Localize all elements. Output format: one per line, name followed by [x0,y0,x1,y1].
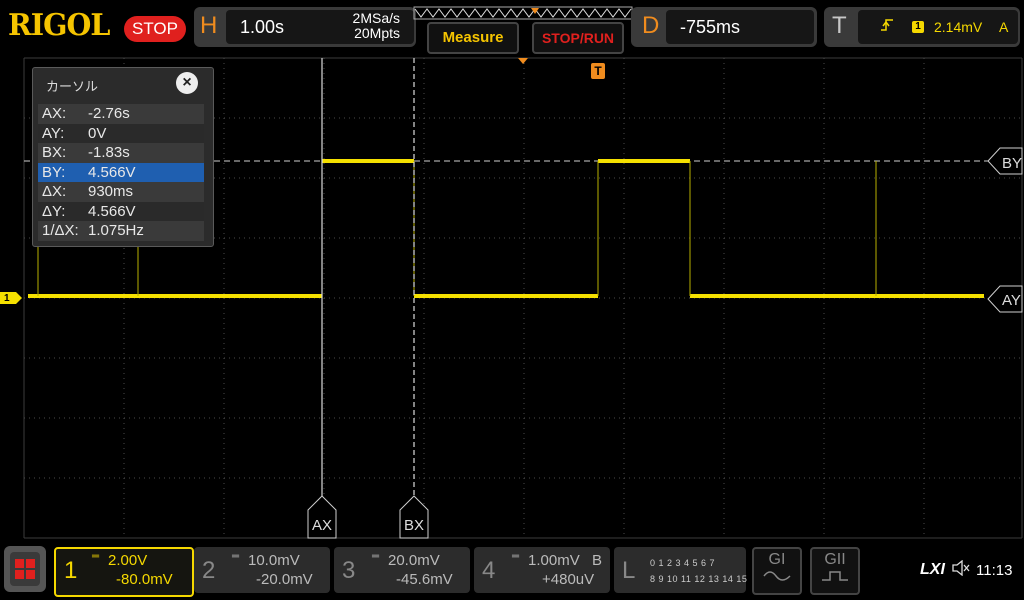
memory-depth: 20Mpts [354,25,400,41]
trigger-position-letter: T [594,64,602,78]
trigger-center-marker [518,58,528,64]
channel1-number: 1 [64,557,78,584]
trigger-source-badge: 1 [912,21,924,33]
cursor-readout-table: AX: -2.76s AY: 0V BX: -1.83s BY: 4.566V ΔX: 9… [38,104,204,241]
cursor-row-value: -2.76s [88,105,130,122]
cursor-row-dy[interactable]: ΔY: 4.566V [38,201,204,221]
cursor-row-by[interactable]: BY: 4.566V [38,162,204,182]
cursor-row-ax[interactable]: AX: -2.76s [38,104,204,124]
stop-run-button[interactable]: STOP/RUN [532,22,624,54]
delay-value: -755ms [680,17,741,37]
trigger-mode: A [999,19,1009,35]
cursor-row-label: AX: [42,105,67,122]
rigol-logo: RIGOL [8,8,110,43]
menu-grid-icon [10,552,40,586]
ch1-offset-marker[interactable]: 1 [4,293,10,304]
channel4-offset: +480uV [542,571,595,588]
cursor-row-bx[interactable]: BX: -1.83s [38,143,204,163]
channel3-offset: -45.6mV [396,571,453,588]
cursor-row-dx[interactable]: ΔX: 930ms [38,182,204,202]
cursor-row-value: 4.566V [88,202,136,220]
run-state-badge[interactable]: STOP [124,16,186,42]
cursor-row-value: 1.075Hz [88,222,144,239]
generator2-button[interactable]: GII [810,547,860,595]
channel2-scale: 10.0mV [248,552,300,569]
generator1-label: GI [768,551,786,568]
speaker-muted-icon[interactable] [952,559,970,581]
rising-edge-icon [880,17,894,36]
cursor-row-value: 4.566V [88,163,136,181]
pulse-wave-icon [822,571,848,581]
generator1-button[interactable]: GI [752,547,802,595]
cursor-row-ay[interactable]: AY: 0V [38,123,204,143]
channel2-number: 2 [202,557,216,584]
cursor-row-value: 930ms [88,183,134,200]
ay-cursor-label[interactable]: AY [1002,292,1021,309]
cursor-row-value: 0V [88,124,107,142]
lxi-icon: LXI [920,561,945,578]
channel4-scale: 1.00mV [528,552,580,569]
cursor-row-value: -1.83s [88,144,130,161]
dc-coupling-icon: ═ [232,551,240,562]
sample-rate: 2MSa/s [352,10,400,26]
cursor-window-title: カーソル [46,79,99,94]
acquisition-info: 2MSa/s 20Mpts [330,11,400,41]
channel4-bandwidth-limit: B [592,552,603,569]
delay-letter: D [642,12,660,39]
channel1-offset: -80.0mV [116,571,173,588]
memory-position-strip [413,6,633,20]
channel1-scale: 2.00V [108,552,148,569]
cursor-row-label: AY: [42,124,65,142]
trigger-position-marker: T [591,63,605,79]
by-cursor-label[interactable]: BY [1002,155,1022,172]
cursor-row-label: 1/ΔX: [42,222,79,239]
channel3-number: 3 [342,557,356,584]
bx-cursor-label[interactable]: BX [404,517,424,534]
cursor-row-label: ΔX: [42,183,67,200]
channel4-number: 4 [482,557,496,584]
logic-channels-high: 8 9 10 11 12 13 14 15 [650,574,748,584]
ax-cursor-label[interactable]: AX [312,517,332,534]
logic-letter: L [622,557,636,584]
logic-channels-low: 0 1 2 3 4 5 6 7 [650,558,716,568]
cursor-row-label: BX: [42,144,67,161]
trigger-level: 2.14mV [934,19,983,35]
channel3-scale: 20.0mV [388,552,440,569]
cursor-row-inv-dx[interactable]: 1/ΔX: 1.075Hz [38,221,204,241]
dc-coupling-icon: ═ [372,551,380,562]
dc-coupling-icon: ═ [512,551,520,562]
generator2-label: GII [824,551,846,568]
measure-button[interactable]: Measure [427,22,519,54]
dc-coupling-icon: ═ [92,551,100,562]
horizontal-letter: H [200,12,218,39]
sine-wave-icon [763,571,791,581]
cursor-row-label: ΔY: [42,202,66,220]
close-icon[interactable]: × [176,72,198,94]
timebase-value: 1.00s [240,17,285,37]
trigger-letter: T [832,12,847,39]
clock-time: 11:13 [976,562,1013,579]
channel2-offset: -20.0mV [256,571,313,588]
cursor-row-label: BY: [42,163,66,181]
